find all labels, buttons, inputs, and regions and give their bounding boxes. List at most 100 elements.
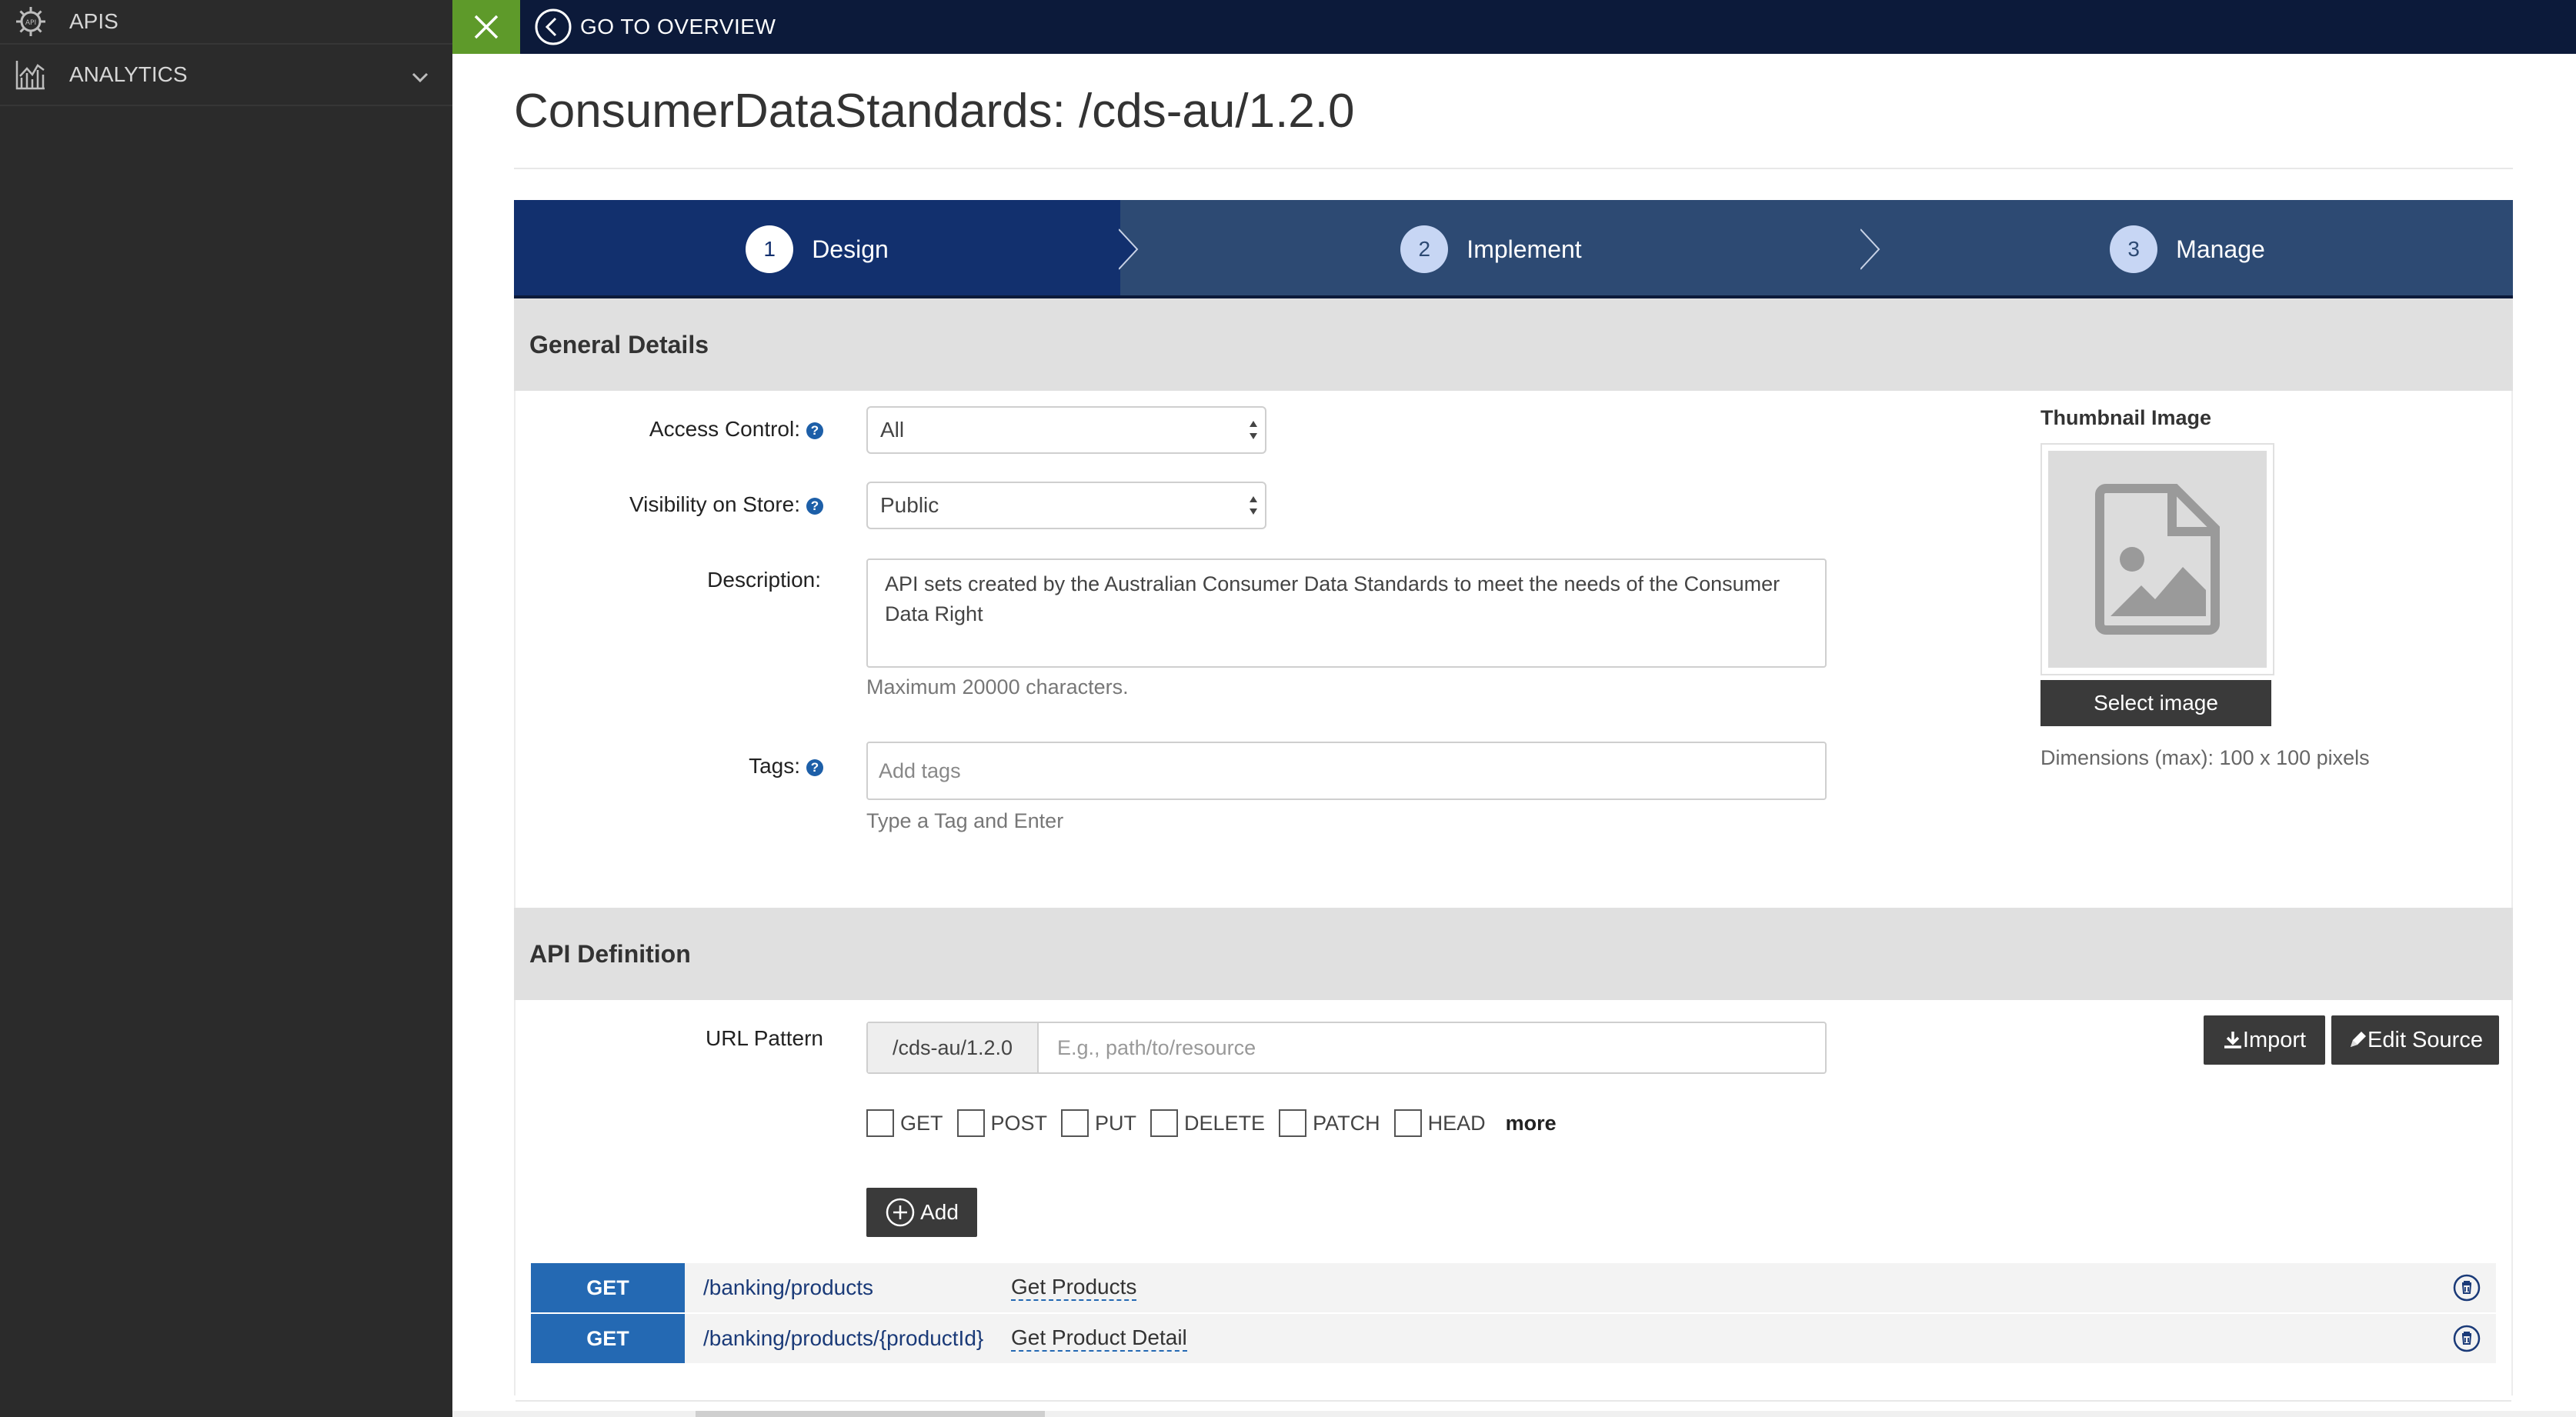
more-methods-link[interactable]: more <box>1506 1112 1557 1135</box>
resource-row[interactable]: GET /banking/products Get Products <box>531 1263 2496 1312</box>
add-resource-button[interactable]: Add <box>866 1188 977 1237</box>
edit-source-label: Edit Source <box>2367 1027 2483 1052</box>
resource-summary[interactable]: Get Product Detail <box>1011 1325 1187 1352</box>
tags-input[interactable]: Add tags <box>866 742 1827 800</box>
method-label: HEAD <box>1427 1111 1486 1135</box>
resource-path: /banking/products/{productId} <box>703 1326 984 1350</box>
step-label: Design <box>812 235 889 263</box>
method-label: GET <box>900 1111 943 1135</box>
add-label: Add <box>920 1200 959 1224</box>
step-number: 1 <box>746 225 794 273</box>
visibility-select[interactable]: Public <box>866 482 1266 529</box>
checkbox-box[interactable] <box>1150 1109 1179 1137</box>
help-icon[interactable]: ? <box>806 498 823 515</box>
access-control-select[interactable]: All <box>866 406 1266 454</box>
sidebar: API APIS ANALYTICS <box>0 0 452 1417</box>
method-checkbox-get[interactable]: GET <box>866 1109 943 1137</box>
thumbnail-placeholder <box>2048 451 2267 668</box>
checkbox-box[interactable] <box>956 1109 985 1137</box>
thumbnail-preview <box>2040 443 2274 675</box>
edit-source-button[interactable]: Edit Source <box>2331 1015 2499 1065</box>
description-field[interactable]: API sets created by the Australian Consu… <box>866 558 1827 668</box>
tab-manage[interactable]: 3 Manage <box>1862 200 2513 298</box>
access-control-label: Access Control:? <box>516 417 823 442</box>
access-control-value: All <box>880 418 905 442</box>
chevron-down-icon[interactable] <box>411 65 429 89</box>
wizard-underline <box>514 295 2513 298</box>
resource-verb: GET <box>531 1314 685 1363</box>
help-icon[interactable]: ? <box>806 759 823 776</box>
method-checkbox-head[interactable]: HEAD <box>1393 1109 1486 1137</box>
top-bar: GO TO OVERVIEW <box>452 0 2576 54</box>
sidebar-item-apis[interactable]: API APIS <box>0 0 452 45</box>
visibility-value: Public <box>880 493 939 517</box>
visibility-label: Visibility on Store:? <box>516 492 823 517</box>
step-number: 3 <box>2110 225 2158 273</box>
back-arrow-icon <box>535 8 572 45</box>
method-checkbox-post[interactable]: POST <box>956 1109 1048 1137</box>
thumbnail-dimensions: Dimensions (max): 100 x 100 pixels <box>2040 746 2370 769</box>
step-number: 2 <box>1400 225 1449 273</box>
resource-summary[interactable]: Get Products <box>1011 1275 1137 1301</box>
tab-design[interactable]: 1 Design <box>514 200 1139 298</box>
trash-icon[interactable] <box>2453 1325 2481 1352</box>
checkbox-box[interactable] <box>1393 1109 1422 1137</box>
url-pattern-input[interactable]: E.g., path/to/resource <box>1039 1023 1825 1072</box>
method-label: DELETE <box>1184 1111 1266 1135</box>
api-gear-icon: API <box>12 3 49 40</box>
sidebar-item-analytics[interactable]: ANALYTICS <box>0 45 452 106</box>
api-definition-heading: API Definition <box>514 908 2513 1000</box>
horizontal-scrollbar-thumb[interactable] <box>696 1411 1045 1417</box>
main-content: ConsumerDataStandards: /cds-au/1.2.0 1 D… <box>514 54 2513 1402</box>
method-label: PUT <box>1095 1111 1137 1135</box>
title-divider <box>514 168 2513 169</box>
method-label: POST <box>990 1111 1048 1135</box>
import-button[interactable]: Import <box>2204 1015 2325 1065</box>
download-icon <box>2224 1032 2241 1049</box>
page-title: ConsumerDataStandards: /cds-au/1.2.0 <box>514 85 1355 138</box>
checkbox-box[interactable] <box>1061 1109 1089 1137</box>
description-hint: Maximum 20000 characters. <box>866 675 1129 698</box>
access-control-label-text: Access Control: <box>649 417 800 441</box>
resource-row[interactable]: GET /banking/products/{productId} Get Pr… <box>531 1314 2496 1363</box>
method-checkbox-put[interactable]: PUT <box>1061 1109 1136 1137</box>
url-prefix: /cds-au/1.2.0 <box>868 1023 1039 1072</box>
tags-label-text: Tags: <box>749 754 800 778</box>
general-details-panel: Access Control:? All Visibility on Store… <box>514 391 2513 908</box>
pencil-icon <box>2351 1032 2367 1047</box>
thumbnail-title: Thumbnail Image <box>2040 406 2212 429</box>
checkbox-box[interactable] <box>866 1109 894 1137</box>
go-to-overview-link[interactable]: GO TO OVERVIEW <box>534 8 776 46</box>
trash-icon[interactable] <box>2453 1274 2481 1302</box>
close-icon <box>474 15 499 39</box>
select-arrows-icon <box>1250 421 1257 439</box>
tab-implement[interactable]: 2 Implement <box>1120 200 1880 298</box>
image-placeholder-icon <box>2095 484 2220 635</box>
description-label: Description: <box>707 568 821 592</box>
checkbox-box[interactable] <box>1279 1109 1307 1137</box>
step-arrow-icon <box>1860 228 1880 270</box>
sidebar-item-apis-label: APIS <box>69 9 118 33</box>
wizard-steps: 1 Design 2 Implement 3 Manage <box>514 200 2513 298</box>
analytics-chart-icon <box>12 56 49 93</box>
section-divider <box>516 1400 2511 1402</box>
help-icon[interactable]: ? <box>806 422 823 439</box>
method-checkbox-patch[interactable]: PATCH <box>1279 1109 1380 1137</box>
close-button[interactable] <box>452 0 520 54</box>
url-pattern-label: URL Pattern <box>705 1026 823 1050</box>
plus-circle-icon <box>886 1198 915 1227</box>
tags-label: Tags:? <box>516 754 823 779</box>
go-to-overview-label: GO TO OVERVIEW <box>580 15 776 38</box>
resource-verb: GET <box>531 1263 685 1312</box>
visibility-label-text: Visibility on Store: <box>629 492 800 516</box>
http-method-checkboxes: GET POST PUT DELETE PATCH HEAD more <box>866 1109 1557 1137</box>
api-definition-panel: URL Pattern /cds-au/1.2.0 E.g., path/to/… <box>514 1000 2513 1402</box>
select-image-button[interactable]: Select image <box>2040 680 2271 726</box>
sidebar-item-analytics-label: ANALYTICS <box>69 62 188 86</box>
step-arrow-icon <box>1119 200 1139 298</box>
method-label: PATCH <box>1313 1111 1380 1135</box>
method-checkbox-delete[interactable]: DELETE <box>1150 1109 1265 1137</box>
general-details-heading: General Details <box>514 298 2513 391</box>
import-label: Import <box>2242 1027 2307 1052</box>
step-label: Implement <box>1467 235 1582 263</box>
